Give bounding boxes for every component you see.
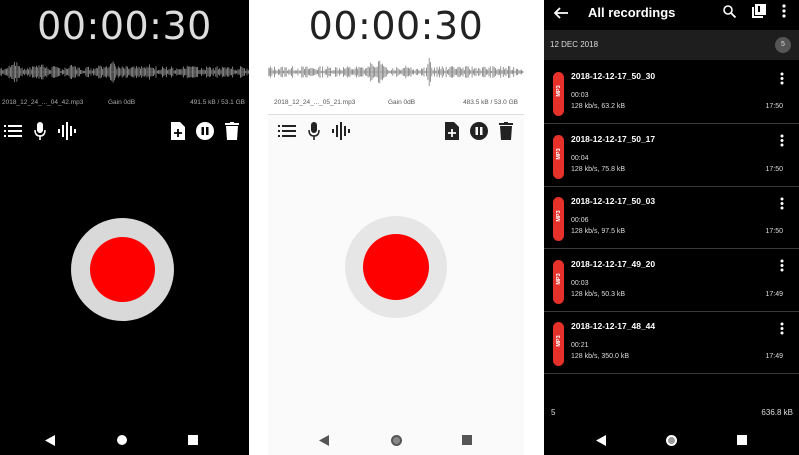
mp3-format-tag: MP3 [553,72,564,116]
waveform-display [0,61,249,83]
system-navigation-bar [544,425,799,455]
record-button[interactable] [345,216,447,318]
recording-name: 2018-12-12-17_50_17 [571,133,656,144]
recording-row[interactable]: MP3 2018-12-12-17_49_20 00:03 128 kb/s, 50.… [544,250,799,312]
row-overflow-menu-icon[interactable] [778,320,786,336]
mp3-format-tag: MP3 [553,322,564,366]
list-icon[interactable] [277,121,297,141]
waveform-display [268,57,524,87]
back-triangle-icon[interactable] [594,433,608,447]
recording-name: 2018-12-12-17_49_20 [571,258,656,269]
recording-meta: 128 kb/s, 75.8 kB [571,165,626,173]
recording-meta: 128 kb/s, 63.2 kB [571,103,626,110]
library-icon[interactable] [752,4,766,23]
mp3-format-tag: MP3 [553,197,564,241]
recording-duration: 00:04 [571,154,589,162]
microphone-icon[interactable] [304,121,324,141]
page-title: All recordings [588,5,676,20]
date-section-header: 12 DEC 2018 5 [544,30,799,60]
row-overflow-menu-icon[interactable] [778,258,786,274]
search-icon[interactable] [723,5,737,23]
date-label: 12 DEC 2018 [550,40,599,49]
file-size-label: 483.5 kB / 53.0 GB [463,99,518,106]
recordings-list-screen: All recordings 12 DEC 2018 5 MP3 2018-12-… [544,0,799,455]
microphone-icon[interactable] [30,121,50,141]
recording-meta: 128 kb/s, 50.3 kB [571,290,626,298]
recording-meta: 128 kb/s, 97.5 kB [571,228,626,235]
recording-name: 2018-12-12-17_50_03 [571,196,656,206]
add-file-icon[interactable] [442,121,462,141]
recording-duration: 00:03 [571,92,589,99]
recorder-screen-light: 00:00:30 2018_12_24_..._05_21.mp3 Gain 0… [268,0,524,455]
recording-time: 17:50 [765,228,783,235]
home-circle-icon[interactable] [389,433,403,447]
format-label: MP3 [556,210,562,222]
recording-timer: 00:00:30 [37,4,212,48]
home-circle-icon[interactable] [664,433,678,447]
row-overflow-menu-icon[interactable] [778,70,786,86]
home-circle-icon[interactable] [115,433,129,447]
recording-time: 17:49 [765,353,783,360]
waveform-icon[interactable] [331,121,351,141]
recents-square-icon[interactable] [735,433,749,447]
recording-time: 17:50 [765,165,783,173]
back-arrow-icon[interactable] [553,6,568,24]
date-count-badge: 5 [775,37,791,53]
file-size-label: 491.5 kB / 53.1 GB [190,99,245,106]
recents-square-icon[interactable] [186,433,200,447]
format-label: MP3 [556,85,562,97]
trash-icon[interactable] [222,121,242,141]
app-bar: All recordings [544,0,799,28]
recents-square-icon[interactable] [460,433,474,447]
waveform-icon[interactable] [57,121,77,141]
trash-icon[interactable] [496,121,516,141]
recording-meta: 128 kb/s, 350.0 kB [571,353,629,360]
recording-duration: 00:03 [571,279,589,287]
row-overflow-menu-icon[interactable] [778,133,786,149]
list-icon[interactable] [3,121,23,141]
pause-icon[interactable] [195,121,215,141]
format-label: MP3 [556,272,562,285]
overflow-menu-icon[interactable] [782,4,786,23]
recording-row[interactable]: MP3 2018-12-12-17_50_03 00:06 128 kb/s, 97.… [544,187,799,249]
recording-timer: 00:00:30 [268,0,524,52]
recording-name: 2018-12-12-17_48_44 [571,321,656,331]
gain-label: Gain 0dB [108,99,136,106]
total-count: 5 [551,408,556,417]
recording-row[interactable]: MP3 2018-12-12-17_50_17 00:04 128 kb/s, 75.… [544,125,799,187]
system-navigation-bar [268,425,524,455]
back-triangle-icon[interactable] [317,433,331,447]
row-overflow-menu-icon[interactable] [778,195,786,211]
back-triangle-icon[interactable] [43,433,57,447]
mp3-format-tag: MP3 [553,259,564,304]
divider [268,114,524,115]
format-label: MP3 [556,335,562,347]
record-button[interactable] [71,218,174,321]
recording-duration: 00:06 [571,217,589,224]
total-size: 636.8 kB [761,408,793,417]
pause-icon[interactable] [469,121,489,141]
file-name: 2018_12_24_..._05_21.mp3 [274,99,356,106]
file-name: 2018_12_24_..._04_42.mp3 [2,99,84,106]
recording-name: 2018-12-12-17_50_30 [571,71,656,81]
mp3-format-tag: MP3 [553,134,564,179]
gain-label: Gain 0dB [388,99,416,106]
recording-row[interactable]: MP3 2018-12-12-17_48_44 00:21 128 kb/s, 350… [544,312,799,374]
recording-duration: 00:21 [571,342,589,349]
recorder-screen-dark: 00:00:30 2018_12_24_..._04_42.mp3 Gain 0… [0,0,249,455]
recording-time: 17:49 [765,290,783,298]
system-navigation-bar [0,425,249,455]
add-file-icon[interactable] [168,121,188,141]
recording-row[interactable]: MP3 2018-12-12-17_50_30 00:03 128 kb/s, 63.… [544,62,799,124]
recording-time: 17:50 [765,103,783,110]
format-label: MP3 [556,147,562,160]
